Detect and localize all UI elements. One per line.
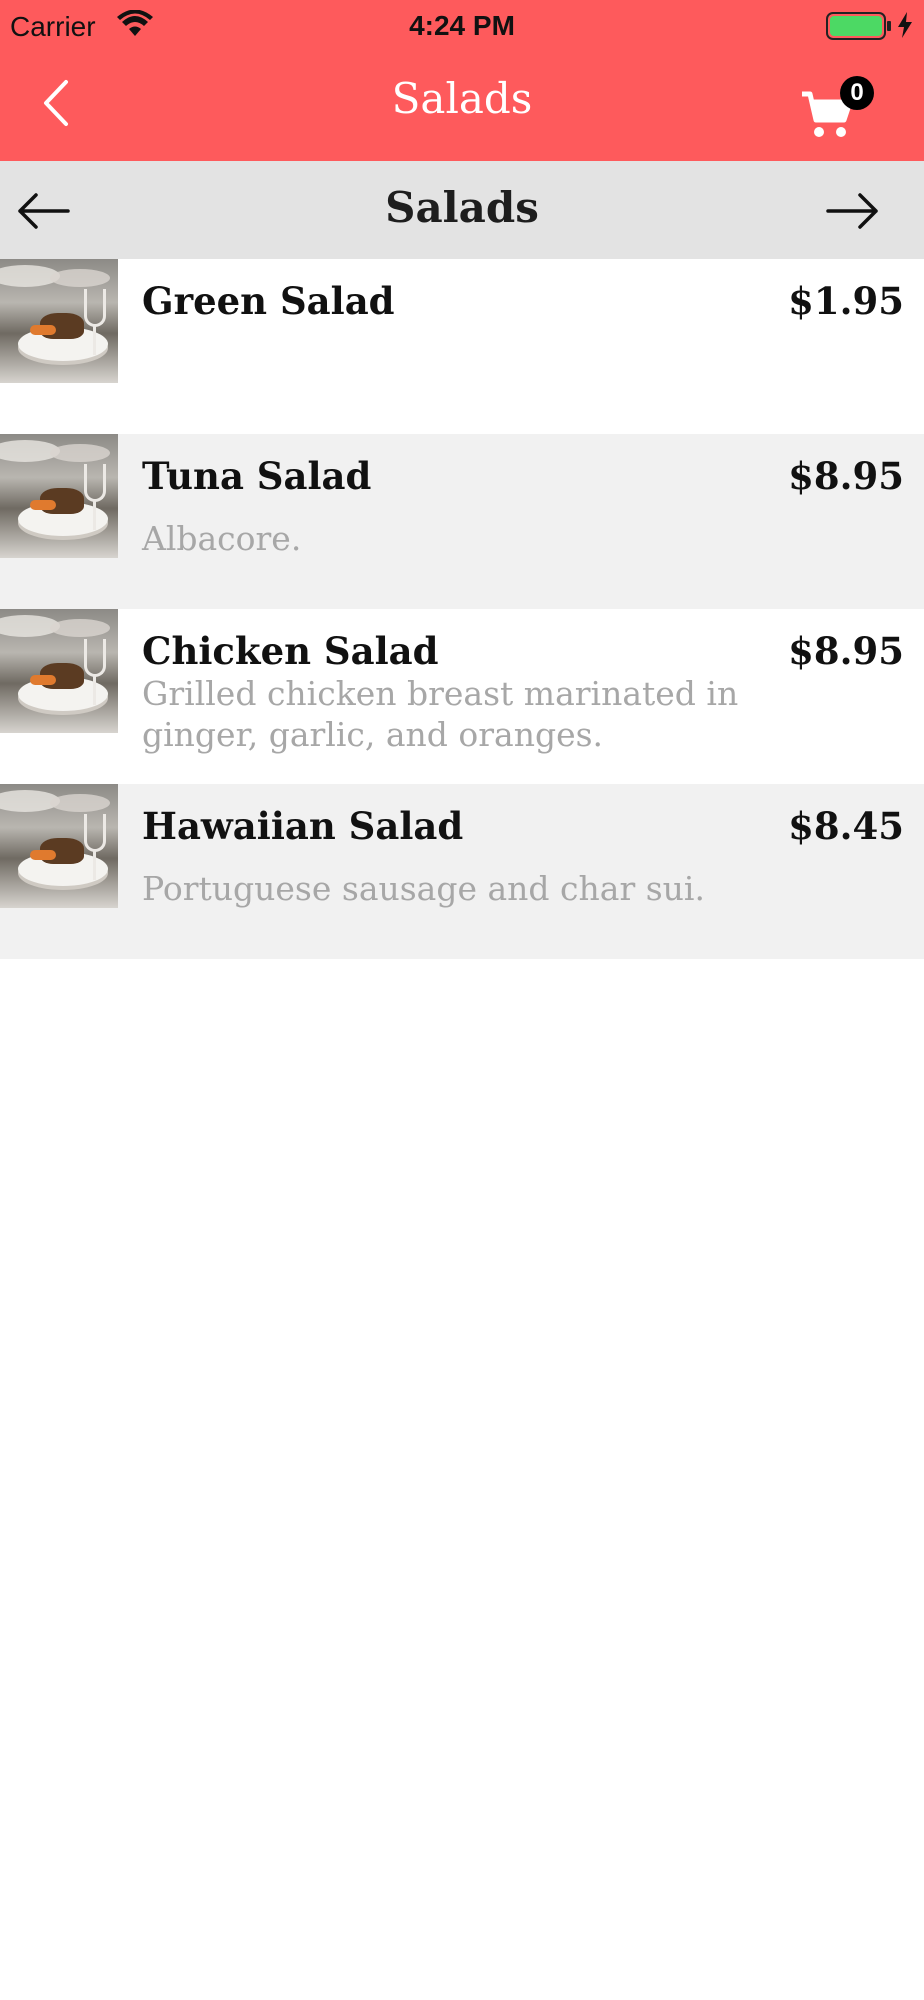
item-description: Grilled chicken breast marinated in ging… — [142, 674, 739, 754]
battery-icon — [826, 12, 892, 45]
menu-item-row[interactable]: Green Salad $1.95 — [0, 259, 924, 434]
item-price: $8.95 — [788, 629, 904, 673]
item-name: Tuna Salad — [142, 454, 372, 498]
item-price: $8.45 — [788, 804, 904, 848]
status-bar: Carrier 4:24 PM — [0, 0, 924, 52]
item-thumbnail — [0, 609, 118, 733]
item-name: Chicken Salad — [142, 629, 439, 673]
category-bar: Salads — [0, 161, 924, 259]
cart-count-badge: 0 — [840, 76, 874, 110]
header: Carrier 4:24 PM Salads 0 — [0, 0, 924, 161]
item-thumbnail — [0, 434, 118, 558]
menu-item-row[interactable]: Chicken Salad $8.95 Grilled chicken brea… — [0, 609, 924, 784]
charging-icon — [896, 12, 914, 43]
item-thumbnail — [0, 259, 118, 383]
menu-list: Green Salad $1.95 Tuna Salad $8.95 Albac… — [0, 259, 924, 959]
next-category-button[interactable] — [826, 191, 880, 231]
menu-item-row[interactable]: Hawaiian Salad $8.45 Portuguese sausage … — [0, 784, 924, 959]
category-title: Salads — [385, 183, 539, 232]
item-name: Hawaiian Salad — [142, 804, 464, 848]
page-title: Salads — [391, 74, 533, 123]
status-time: 4:24 PM — [409, 10, 515, 41]
item-description: Portuguese sausage and char sui. — [142, 869, 705, 908]
item-thumbnail — [0, 784, 118, 908]
item-price: $8.95 — [788, 454, 904, 498]
item-price: $1.95 — [788, 279, 904, 323]
menu-item-row[interactable]: Tuna Salad $8.95 Albacore. — [0, 434, 924, 609]
arrow-right-icon — [826, 193, 878, 229]
item-name: Green Salad — [142, 279, 395, 323]
item-description: Albacore. — [142, 519, 302, 558]
